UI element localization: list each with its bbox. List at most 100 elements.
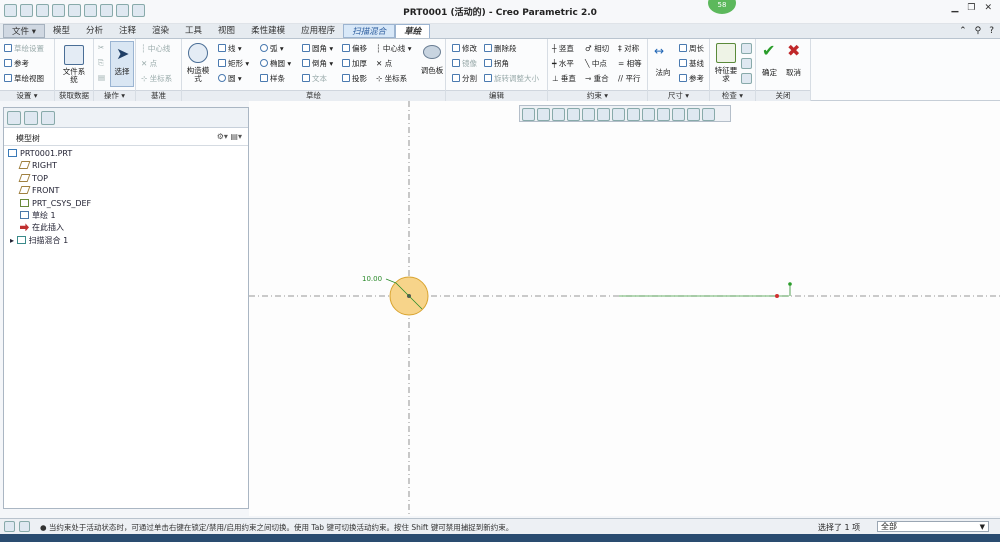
file-system-label[interactable]: 文件系统 (60, 68, 88, 84)
sketch-setup-button[interactable]: 草绘设置 (4, 43, 44, 54)
tree-item[interactable]: 在此插入 (20, 222, 64, 233)
tab-4[interactable]: 渲染 (144, 24, 177, 38)
spline-button[interactable]: 样条 (260, 73, 285, 84)
point-button[interactable]: ✕ 点 (376, 58, 392, 69)
tab-6[interactable]: 视图 (210, 24, 243, 38)
mirror-button[interactable]: 镜像 (452, 58, 477, 69)
group-label-constrain[interactable]: 约束 ▾ (548, 90, 647, 101)
constraint-tangent[interactable]: ♂ 相切 (585, 43, 609, 54)
fillet-button[interactable]: 圆角 ▾ (302, 43, 333, 54)
tree-item[interactable]: ▸ 扫描混合 1 (10, 235, 68, 246)
search-icon[interactable]: ⚲ (975, 26, 982, 36)
delete-segment-button[interactable]: 删除段 (484, 43, 517, 54)
baseline-button[interactable]: 基线 (679, 58, 704, 69)
text-button[interactable]: 文本 (302, 73, 327, 84)
references-button[interactable]: 参考 (4, 58, 29, 69)
copy-icon[interactable]: ⎘ (98, 58, 104, 68)
favorites-tab-icon[interactable] (41, 111, 55, 125)
tree-item[interactable]: PRT0001.PRT (8, 148, 72, 159)
tree-item[interactable]: 草绘 1 (20, 210, 56, 221)
model-tree-tab-icon[interactable] (7, 111, 21, 125)
select-button[interactable]: ➤ 选择 (110, 41, 134, 87)
collapse-ribbon-icon[interactable]: ⌃ (959, 26, 967, 36)
constraint-midpoint[interactable]: ╲ 中点 (585, 58, 607, 69)
group-label-operations[interactable]: 操作 ▾ (94, 90, 135, 101)
tree-item[interactable]: FRONT (18, 185, 59, 196)
centerline-button[interactable]: ┆ 中心线 ▾ (376, 43, 412, 54)
open-ends-icon[interactable] (741, 58, 752, 69)
folder-browser-tab-icon[interactable] (24, 111, 38, 125)
ok-button[interactable]: 确定 (762, 67, 777, 78)
circle-button[interactable]: 圆 ▾ (218, 73, 242, 84)
tab-5[interactable]: 工具 (177, 24, 210, 38)
corner-button[interactable]: 拐角 (484, 58, 509, 69)
project-button[interactable]: 投影 (342, 73, 367, 84)
constraint-perpendicular[interactable]: ⊥ 垂直 (552, 73, 576, 84)
line-button[interactable]: 线 ▾ (218, 43, 242, 54)
navigator-toggle-icon[interactable] (4, 521, 15, 532)
tab-3[interactable]: 注释 (111, 24, 144, 38)
thicken-button[interactable]: 加厚 (342, 58, 367, 69)
help-icon[interactable]: ? (989, 26, 994, 36)
tree-item[interactable]: RIGHT (18, 160, 57, 171)
reference-dim-button[interactable]: 参考 (679, 73, 704, 84)
construction-mode-label[interactable]: 构造模式 (184, 67, 212, 83)
paste-icon[interactable]: ▤ (98, 73, 105, 82)
group-label-dimension[interactable]: 尺寸 ▾ (648, 90, 709, 101)
restore-icon[interactable]: ❐ (967, 3, 975, 13)
rotate-resize-button[interactable]: 旋转调整大小 (484, 73, 539, 84)
chamfer-button[interactable]: 倒角 ▾ (302, 58, 333, 69)
datum-point-button[interactable]: ✕ 点 (141, 58, 157, 69)
group-label-settings[interactable]: 设置 ▾ (0, 90, 54, 101)
end-point-marker[interactable] (788, 282, 792, 286)
tab-8[interactable]: 应用程序 (293, 24, 343, 38)
modify-button[interactable]: 修改 (452, 43, 477, 54)
constraint-vertical[interactable]: ┼ 竖直 (552, 43, 574, 54)
tree-settings-icon[interactable]: ⚙▾ ▤▾ (217, 132, 242, 141)
rectangle-button[interactable]: 矩形 ▾ (218, 58, 249, 69)
tree-item[interactable]: TOP (18, 173, 48, 184)
selection-filter-dropdown[interactable]: 全部 ▼ (877, 521, 989, 532)
datum-csys-button[interactable]: ⊹ 坐标系 (141, 73, 172, 84)
cancel-x-icon[interactable]: ✖ (787, 41, 800, 60)
group-label-inspect[interactable]: 检查 ▾ (710, 90, 755, 101)
diameter-dimension[interactable]: 10.00 (362, 275, 382, 283)
palette-icon[interactable] (423, 45, 441, 59)
ellipse-button[interactable]: 椭圆 ▾ (260, 58, 291, 69)
feature-requirements-icon[interactable] (716, 43, 736, 63)
graphics-canvas[interactable]: 10.00 (249, 101, 1000, 516)
tab-9[interactable]: 扫描混合 (343, 24, 396, 38)
normal-dimension-icon[interactable]: ↔ (654, 44, 664, 58)
ok-check-icon[interactable]: ✔ (762, 41, 775, 60)
tab-0[interactable]: 文件 ▾ (3, 24, 45, 38)
palette-label[interactable]: 调色板 (418, 67, 446, 75)
divide-button[interactable]: 分割 (452, 73, 477, 84)
tree-item[interactable]: PRT_CSYS_DEF (20, 198, 91, 209)
cancel-button[interactable]: 取消 (786, 67, 801, 78)
normal-dimension-label[interactable]: 法向 (649, 69, 677, 77)
tab-2[interactable]: 分析 (78, 24, 111, 38)
arc-button[interactable]: 弧 ▾ (260, 43, 284, 54)
overlap-check-icon[interactable] (741, 43, 752, 54)
perimeter-button[interactable]: 周长 (679, 43, 704, 54)
construction-mode-icon[interactable] (188, 43, 208, 63)
datum-centerline-button[interactable]: ┆ 中心线 (141, 43, 170, 54)
constraint-symmetric[interactable]: ‡ 对称 (618, 43, 639, 54)
sketch-view-button[interactable]: 草绘视图 (4, 73, 44, 84)
constraint-parallel[interactable]: // 平行 (618, 73, 640, 84)
file-system-icon[interactable] (64, 45, 84, 65)
minimize-icon[interactable]: ▁ (951, 3, 958, 13)
coordinate-system-button[interactable]: ⊹ 坐标系 (376, 73, 407, 84)
shade-closed-loops-icon[interactable] (741, 73, 752, 84)
tab-7[interactable]: 柔性建模 (243, 24, 293, 38)
constraint-equal[interactable]: = 相等 (618, 58, 642, 69)
offset-button[interactable]: 偏移 (342, 43, 367, 54)
constraint-coincident[interactable]: ⊸ 重合 (585, 73, 609, 84)
tab-10[interactable]: 草绘 (395, 24, 431, 38)
close-icon[interactable]: ✕ (984, 3, 992, 13)
tab-1[interactable]: 模型 (45, 24, 78, 38)
cut-icon[interactable]: ✂ (98, 43, 104, 52)
constraint-horizontal[interactable]: ┿ 水平 (552, 58, 574, 69)
start-point-marker[interactable] (775, 294, 779, 298)
feature-requirements-label[interactable]: 特征要求 (712, 67, 740, 83)
